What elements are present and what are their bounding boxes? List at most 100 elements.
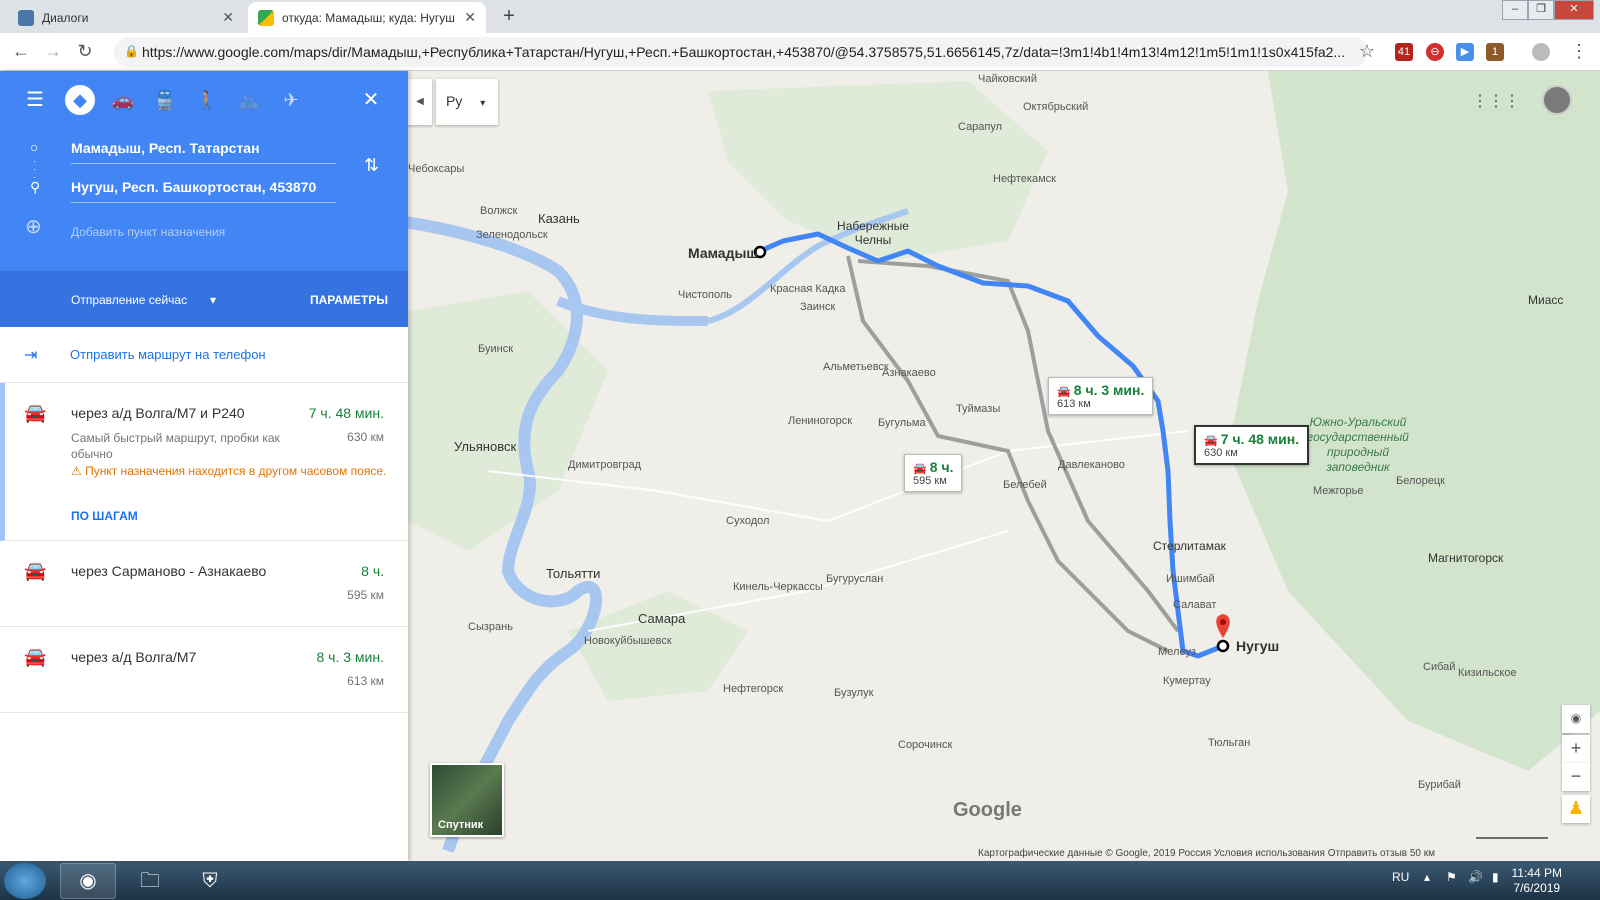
- bike-mode-icon[interactable]: 🚲: [234, 85, 264, 115]
- language-dropdown[interactable]: Ру ▾: [436, 79, 498, 125]
- flight-mode-icon[interactable]: ✈: [276, 85, 306, 115]
- url-text: https://www.google.com/maps/dir/Мамадыш,…: [142, 44, 1346, 60]
- hamburger-menu-icon[interactable]: ☰: [20, 85, 50, 115]
- route-time: 7 ч. 48 мин.: [308, 405, 384, 421]
- zoom-in-button[interactable]: +: [1562, 735, 1590, 763]
- place-label: Казань: [538, 211, 580, 226]
- volume-icon[interactable]: 🔊: [1468, 870, 1483, 884]
- transit-mode-icon[interactable]: 🚆: [150, 85, 180, 115]
- avatar[interactable]: [1542, 85, 1572, 115]
- apps-grid-icon[interactable]: ⋮⋮⋮: [1472, 91, 1520, 111]
- map-canvas[interactable]: ◀ Ру ▾ ⋮⋮⋮ Мамадыш Нугуш Казань Ульяновс…: [408, 71, 1600, 861]
- explorer-taskbar-icon[interactable]: 🗀: [122, 863, 178, 899]
- route-time: 8 ч. 3 мин.: [316, 649, 385, 665]
- forward-icon[interactable]: →: [42, 41, 64, 62]
- place-label: Мамадыш: [688, 245, 759, 261]
- add-icon[interactable]: ⊕: [25, 214, 42, 239]
- collapse-panel-button[interactable]: ◀: [408, 79, 432, 125]
- input-language[interactable]: RU: [1392, 870, 1409, 884]
- tab-maps[interactable]: откуда: Мамадыш; куда: Нугуш ✕: [248, 2, 486, 33]
- route-option[interactable]: 🚘 через Сарманово - Азнакаево 8 ч. 595 к…: [0, 541, 408, 627]
- send-to-phone-row[interactable]: ⇥ Отправить маршрут на телефон: [0, 327, 408, 383]
- car-icon: 🚘: [1204, 435, 1218, 447]
- place-label: Димитровград: [568, 459, 642, 471]
- satellite-toggle[interactable]: Спутник: [430, 763, 504, 837]
- place-label: Южно-Уральский государственный природный…: [1307, 415, 1409, 474]
- depart-dropdown[interactable]: Отправление сейчас: [71, 293, 187, 307]
- flag-icon[interactable]: ⚑: [1446, 870, 1457, 884]
- game-taskbar-icon[interactable]: ⛨: [182, 863, 238, 899]
- place-label: Бурибай: [1418, 779, 1461, 791]
- show-hidden-icons-icon[interactable]: ▴: [1424, 870, 1430, 884]
- menu-kebab-icon[interactable]: ⋮: [1568, 41, 1590, 62]
- place-label: Нефтекамск: [993, 173, 1056, 185]
- route-callout[interactable]: 🚘 8 ч. 3 мин. 613 км: [1048, 377, 1154, 415]
- extension-badge-icon[interactable]: 41: [1395, 43, 1413, 61]
- car-icon: 🚘: [24, 647, 47, 667]
- close-directions-icon[interactable]: ✕: [356, 85, 386, 115]
- minimize-button[interactable]: –: [1502, 0, 1528, 20]
- place-label: Чебоксары: [408, 163, 465, 175]
- send-to-phone-link[interactable]: Отправить маршрут на телефон: [70, 347, 266, 362]
- place-label: Тюльган: [1208, 737, 1251, 749]
- route-option[interactable]: 🚘 через а/д Волга/M7 и Р240 7 ч. 48 мин.…: [0, 383, 408, 541]
- callout-distance: 613 км: [1057, 398, 1091, 410]
- place-label: Давлеканово: [1058, 459, 1125, 471]
- adblock-icon[interactable]: ⊖: [1426, 43, 1444, 61]
- close-icon[interactable]: ✕: [464, 9, 476, 26]
- my-location-icon[interactable]: ◉: [1562, 705, 1590, 733]
- place-label: Зеленодольск: [476, 229, 548, 241]
- car-mode-icon[interactable]: 🚗: [108, 85, 138, 115]
- route-callout[interactable]: 🚘 8 ч. 595 км: [904, 454, 963, 492]
- add-destination[interactable]: Добавить пункт назначения: [71, 225, 225, 239]
- language-value: Ру: [446, 93, 463, 109]
- pegman-icon[interactable]: ♟: [1562, 795, 1590, 823]
- zoom-out-button[interactable]: −: [1562, 763, 1590, 791]
- bookmark-star-icon[interactable]: ☆: [1356, 41, 1378, 62]
- callout-time: 7 ч. 48 мин.: [1220, 431, 1300, 447]
- params-button[interactable]: ПАРАМЕТРЫ: [310, 293, 388, 307]
- place-label: Чистополь: [678, 289, 732, 301]
- start-button[interactable]: [4, 863, 46, 899]
- route-option[interactable]: 🚘 через а/д Волга/M7 8 ч. 3 мин. 613 км: [0, 627, 408, 713]
- place-label: Межгорье: [1313, 485, 1364, 497]
- destination-input[interactable]: Нугуш, Респ. Башкортостан, 453870: [71, 179, 336, 203]
- place-label: Нугуш: [1236, 638, 1280, 654]
- travel-modes: ☰ ◆ 🚗 🚆 🚶 🚲 ✈ ✕: [0, 71, 408, 133]
- extension-icon[interactable]: 1: [1486, 43, 1504, 61]
- place-label: Красная Кадка: [770, 283, 846, 295]
- network-icon[interactable]: ▮: [1492, 870, 1499, 884]
- place-label: Чайковский: [978, 73, 1037, 85]
- play-icon[interactable]: ▶: [1456, 43, 1474, 61]
- departure-bar: Отправление сейчас ▾ ПАРАМЕТРЫ: [0, 271, 408, 327]
- address-bar[interactable]: 🔒 https://www.google.com/maps/dir/Мамады…: [114, 37, 1368, 67]
- back-icon[interactable]: ←: [10, 41, 32, 62]
- clock[interactable]: 11:44 PM 7/6/2019: [1512, 866, 1562, 896]
- vk-icon: [18, 9, 34, 26]
- tab-dialogs[interactable]: Диалоги ✕: [8, 2, 244, 33]
- directions-mode-icon[interactable]: ◆: [65, 85, 95, 115]
- steps-link[interactable]: ПО ШАГАМ: [71, 509, 138, 523]
- window-close-button[interactable]: ✕: [1554, 0, 1594, 20]
- new-tab-button[interactable]: +: [497, 5, 521, 29]
- car-icon: 🚘: [1057, 386, 1071, 398]
- swap-icon[interactable]: ⇅: [364, 155, 379, 176]
- origin-input[interactable]: Мамадыш, Респ. Татарстан: [71, 140, 336, 164]
- place-label: Сызрань: [468, 621, 513, 633]
- place-label: Азнакаево: [882, 367, 936, 379]
- clock-date: 7/6/2019: [1513, 881, 1561, 895]
- restore-button[interactable]: ❐: [1528, 0, 1554, 20]
- callout-distance: 630 км: [1204, 447, 1238, 459]
- car-icon: 🚘: [24, 403, 47, 423]
- walk-mode-icon[interactable]: 🚶: [192, 85, 222, 115]
- profile-icon[interactable]: [1532, 43, 1550, 61]
- browser-toolbar: ← → ↻ 🔒 https://www.google.com/maps/dir/…: [0, 33, 1600, 71]
- route-time: 8 ч.: [361, 563, 384, 579]
- chevron-down-icon: ▾: [480, 98, 486, 109]
- place-label: Стерлитамак: [1153, 539, 1226, 553]
- chrome-taskbar-icon[interactable]: ◉: [60, 863, 116, 899]
- route-callout-selected[interactable]: 🚘 7 ч. 48 мин. 630 км: [1194, 425, 1310, 465]
- reload-icon[interactable]: ↻: [74, 41, 96, 62]
- chevron-down-icon[interactable]: ▾: [210, 293, 216, 307]
- close-icon[interactable]: ✕: [222, 9, 234, 26]
